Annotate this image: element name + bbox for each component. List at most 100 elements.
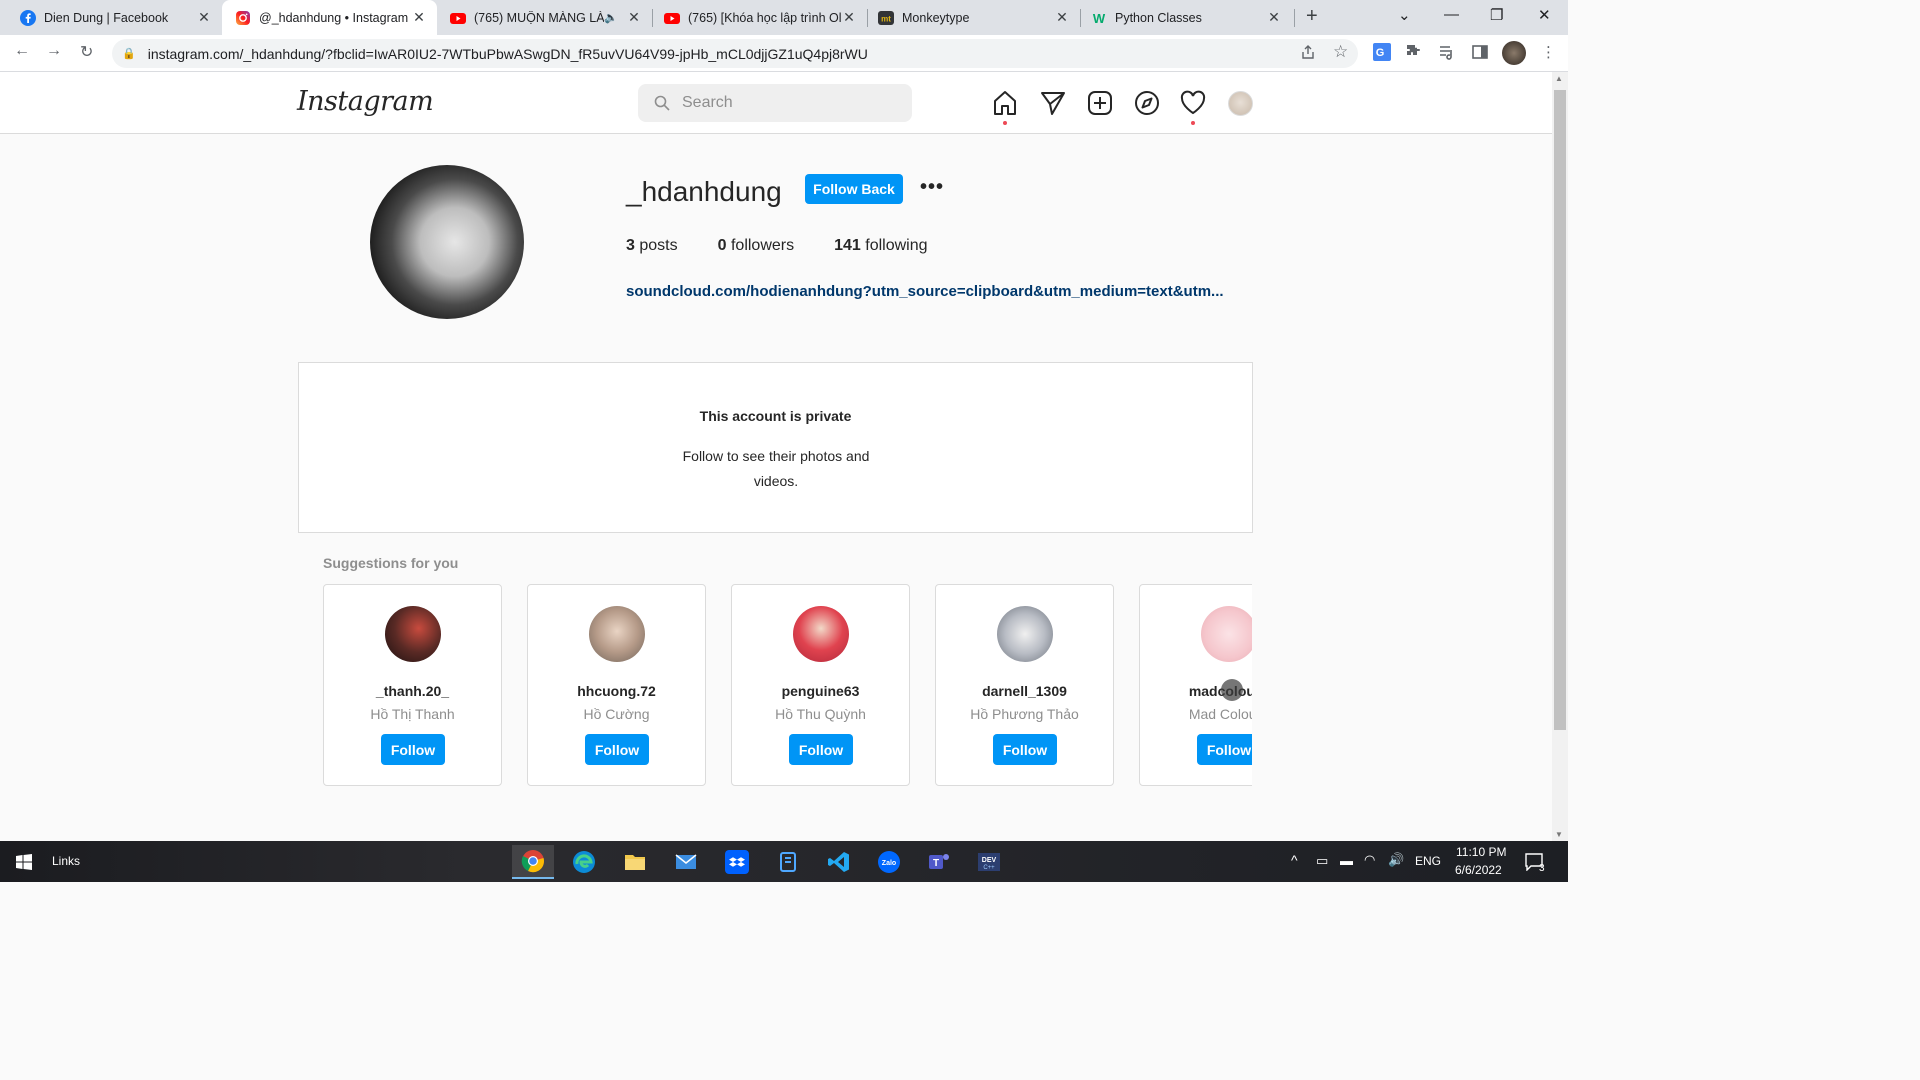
volume-icon[interactable]: 🔊 [1388,852,1404,868]
close-tab-icon[interactable]: ✕ [411,9,427,26]
search-box[interactable] [638,84,912,122]
follow-button[interactable]: Follow [789,734,853,765]
speaker-icon[interactable]: 🔈 [604,11,618,24]
folder-icon [625,855,645,870]
taskbar-vscode[interactable] [818,845,860,879]
instagram-logo[interactable]: Instagram [297,86,434,117]
carousel-next-icon[interactable] [1221,679,1243,701]
suggestion-avatar[interactable] [589,606,645,662]
restore-icon[interactable]: ❐ [1490,6,1503,24]
svg-text:mt: mt [881,14,891,23]
facebook-icon [20,9,36,26]
tab-youtube-1[interactable]: (765) MUỘN MÀNG LÀ 🔈 ✕ [437,0,652,35]
close-tab-icon[interactable]: ✕ [1054,9,1070,26]
suggestion-card[interactable]: darnell_1309 Hồ Phương Thảo Follow [935,584,1114,786]
close-tab-icon[interactable]: ✕ [196,9,212,26]
suggestion-avatar[interactable] [385,606,441,662]
tab-python-classes[interactable]: W Python Classes ✕ [1080,0,1292,35]
extensions-puzzle-icon[interactable] [1406,44,1422,60]
scroll-down-icon[interactable]: ▼ [1555,830,1563,839]
follow-button[interactable]: Follow [1197,734,1252,765]
profile-avatar[interactable] [1502,41,1526,65]
google-translate-icon[interactable]: G [1373,43,1391,61]
bio-link[interactable]: soundcloud.com/hodienanhdung?utm_source=… [626,283,1252,300]
suggestion-avatar[interactable] [793,606,849,662]
tab-facebook[interactable]: Dien Dung | Facebook ✕ [0,0,222,35]
lock-icon[interactable]: 🔒 [122,47,136,60]
language-indicator[interactable]: ENG [1415,854,1441,868]
window-close-icon[interactable]: ✕ [1538,6,1551,24]
posts-count: 3 [626,237,635,254]
back-arrow-icon[interactable]: ← [14,42,30,60]
address-url[interactable]: instagram.com/_hdanhdung/?fbclid=IwAR0IU… [148,46,868,62]
followers-stat[interactable]: 0 followers [718,237,795,255]
more-options-icon[interactable]: ••• [920,176,944,199]
taskbar-file-explorer[interactable] [614,845,656,879]
suggestion-name: Hồ Phương Thảo [970,706,1079,722]
suggestion-card[interactable]: penguine63 Hồ Thu Quỳnh Follow [731,584,910,786]
close-tab-icon[interactable]: ✕ [841,9,857,26]
profile-menu-avatar[interactable] [1228,91,1253,116]
forward-arrow-icon[interactable]: → [46,42,62,60]
address-bar[interactable]: 🔒 instagram.com/_hdanhdung/?fbclid=IwAR0… [112,39,1358,68]
taskbar-app-blue[interactable] [767,845,809,879]
taskbar-devcpp[interactable]: DEV C++ [968,845,1010,879]
close-tab-icon[interactable]: ✕ [1266,9,1282,26]
tab-instagram[interactable]: @_hdanhdung • Instagram ✕ [222,0,437,35]
suggestion-avatar[interactable] [1201,606,1252,662]
taskbar-teams[interactable]: T [918,845,960,879]
reload-icon[interactable]: ↻ [80,42,93,62]
follow-back-button[interactable]: Follow Back [805,174,903,204]
close-tab-icon[interactable]: ✕ [626,9,642,26]
clock-time[interactable]: 11:10 PM [1456,845,1506,859]
new-post-icon[interactable] [1087,90,1113,116]
follow-button[interactable]: Follow [993,734,1057,765]
search-input[interactable] [682,94,882,112]
links-toolbar-label[interactable]: Links [52,854,80,868]
suggestion-card[interactable]: hhcuong.72 Hồ Cường Follow [527,584,706,786]
suggestion-avatar[interactable] [997,606,1053,662]
suggestion-username[interactable]: penguine63 [732,683,909,699]
minimize-icon[interactable]: — [1444,6,1459,23]
follow-button[interactable]: Follow [381,734,445,765]
explore-compass-icon[interactable] [1134,90,1160,116]
kebab-menu-icon[interactable]: ⋮ [1541,43,1556,61]
suggestion-username[interactable]: _thanh.20_ [324,683,501,699]
tab-youtube-2[interactable]: (765) [Khóa học lập trình Ol ✕ [652,0,867,35]
show-hidden-icons-chevron-icon[interactable]: ^ [1291,852,1298,868]
new-tab-plus-icon[interactable]: + [1306,5,1318,28]
taskbar-edge[interactable] [563,845,605,879]
dev-cpp-icon: DEVC++ [978,853,1000,871]
taskbar-chrome[interactable] [512,845,554,879]
following-stat[interactable]: 141 following [834,237,927,255]
dropbox-icon [725,850,749,874]
search-icon [654,95,670,111]
page-scrollbar[interactable]: ▲ ▼ [1552,72,1568,841]
follow-button[interactable]: Follow [585,734,649,765]
windows-start-icon[interactable] [16,854,32,870]
suggestion-username[interactable]: hhcuong.72 [528,683,705,699]
scrollbar-thumb[interactable] [1554,90,1566,730]
device-icon[interactable]: ▭ [1316,853,1328,869]
wifi-icon[interactable]: ◠ [1364,852,1375,868]
direct-message-icon[interactable] [1040,90,1066,116]
taskbar-dropbox[interactable] [716,845,758,879]
media-queue-icon[interactable] [1439,44,1455,60]
clock-date[interactable]: 6/6/2022 [1455,863,1502,877]
battery-icon[interactable]: ▬ [1340,853,1353,868]
suggestion-username[interactable]: darnell_1309 [936,683,1113,699]
side-panel-icon[interactable] [1472,44,1488,60]
home-notification-dot [1003,121,1007,125]
share-icon[interactable] [1300,44,1316,60]
svg-text:W: W [1093,11,1106,26]
activity-heart-icon[interactable] [1180,90,1206,116]
home-icon[interactable] [992,90,1018,116]
tab-search-chevron-icon[interactable]: ⌄ [1398,6,1411,24]
tab-monkeytype[interactable]: mt Monkeytype ✕ [867,0,1080,35]
instagram-header: Instagram [0,72,1552,134]
scroll-up-icon[interactable]: ▲ [1555,74,1563,83]
bookmark-star-icon[interactable]: ☆ [1333,42,1348,62]
suggestion-card[interactable]: _thanh.20_ Hồ Thị Thanh Follow [323,584,502,786]
taskbar-mail[interactable] [665,845,707,879]
taskbar-zalo[interactable]: Zalo [868,845,910,879]
